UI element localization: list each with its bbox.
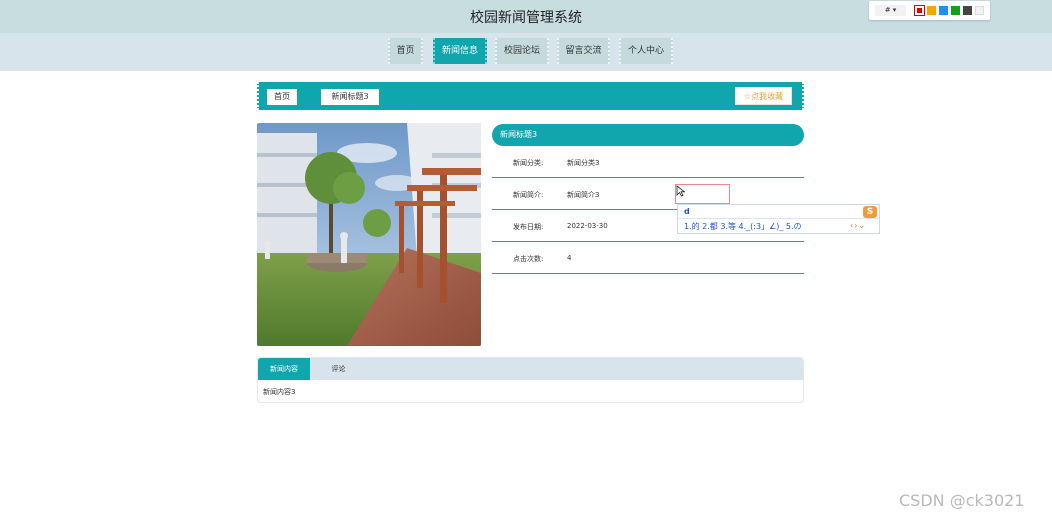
tab-news-content[interactable]: 新闻内容 [258, 358, 310, 380]
nav-item-messages[interactable]: 留言交流 [557, 38, 610, 64]
nav-item-home[interactable]: 首页 [388, 38, 423, 64]
breadcrumb: 首页 新闻标题3 ☆点我收藏 [257, 82, 804, 110]
date-label: 发布日期: [513, 223, 544, 231]
language-select[interactable]: # ▾ [875, 5, 906, 16]
watermark: CSDN @ck3021 [899, 491, 1025, 510]
theme-switcher: # ▾ [869, 1, 990, 20]
news-image [257, 123, 481, 346]
sogou-logo-icon: S [863, 206, 877, 218]
ime-candidates[interactable]: 1.的 2.都 3.等 4._(:3」∠)_ 5.の [684, 221, 802, 232]
nav-item-news[interactable]: 新闻信息 [433, 38, 487, 64]
summary-value: 新闻简介3 [567, 191, 600, 199]
summary-label: 新闻简介: [513, 191, 544, 199]
clicks-value: 4 [567, 254, 572, 262]
ime-candidate-popup: d S 1.的 2.都 3.等 4._(:3」∠)_ 5.の ‹›⌄ [677, 204, 880, 234]
breadcrumb-home[interactable]: 首页 [267, 89, 297, 105]
category-value: 新闻分类3 [567, 159, 600, 167]
tab-content: 新闻内容3 [263, 388, 296, 396]
breadcrumb-current: 新闻标题3 [321, 89, 379, 105]
nav-item-forum[interactable]: 校园论坛 [495, 38, 549, 64]
theme-swatch-green[interactable] [951, 6, 960, 15]
clicks-label: 点击次数: [513, 255, 544, 263]
ime-composition: d [684, 207, 690, 216]
content-tabs: 新闻内容 评论 新闻内容3 [257, 357, 804, 403]
theme-swatch-dark[interactable] [963, 6, 972, 15]
news-image-illustration [257, 123, 481, 346]
favorite-button[interactable]: ☆点我收藏 [735, 87, 792, 105]
detail-row-clicks: 点击次数: 4 [492, 242, 804, 274]
nav-item-profile[interactable]: 个人中心 [619, 38, 673, 64]
theme-swatch-blue[interactable] [939, 6, 948, 15]
theme-swatch-light[interactable] [975, 6, 984, 15]
tab-header: 新闻内容 评论 [258, 358, 803, 380]
theme-swatch-red[interactable] [914, 5, 925, 16]
category-label: 新闻分类: [513, 159, 544, 167]
news-title-bar: 新闻标题3 [492, 124, 804, 146]
header: 校园新闻管理系统 # ▾ [0, 0, 1052, 33]
date-value: 2022-03-30 [567, 222, 608, 230]
ime-divider [678, 218, 879, 219]
ime-page-arrows-icon[interactable]: ‹›⌄ [850, 221, 866, 230]
theme-swatch-orange[interactable] [927, 6, 936, 15]
detail-row-category: 新闻分类: 新闻分类3 [492, 146, 804, 178]
main-nav: 首页 新闻信息 校园论坛 留言交流 个人中心 [0, 33, 1052, 71]
tab-comments[interactable]: 评论 [316, 358, 361, 380]
mouse-cursor-icon [676, 185, 686, 197]
